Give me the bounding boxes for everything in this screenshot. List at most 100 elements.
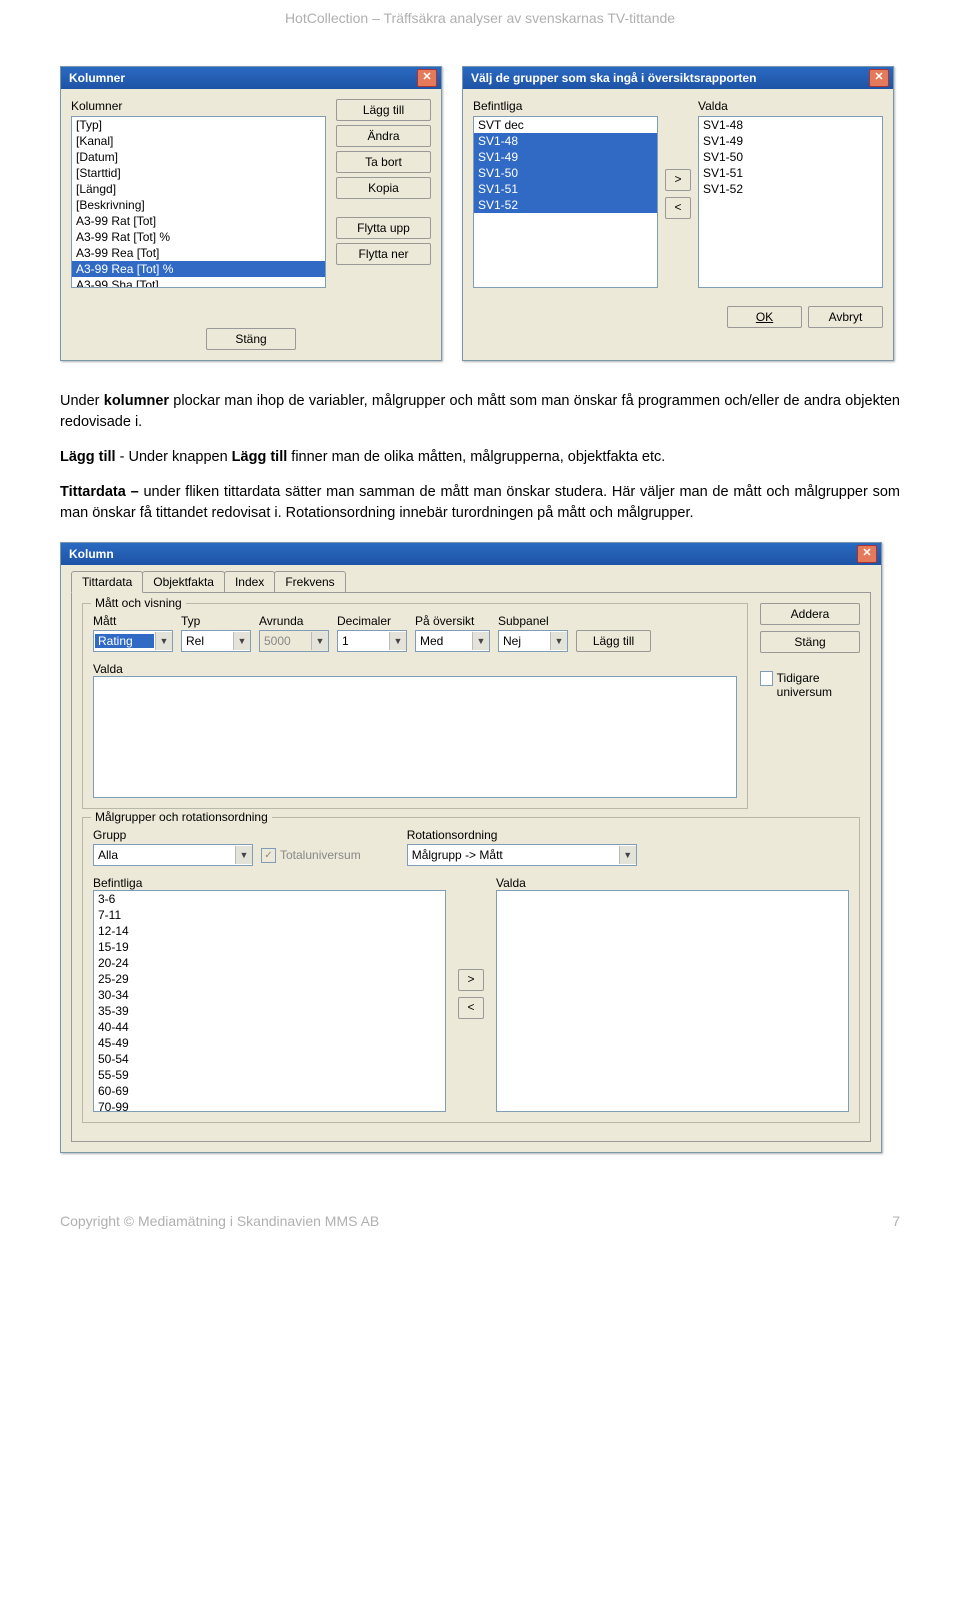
delete-button[interactable]: Ta bort	[336, 151, 431, 173]
decimaler-combo[interactable]: 1▼	[337, 630, 407, 652]
valda2-listbox[interactable]	[496, 890, 849, 1112]
list-item[interactable]: A3-99 Rat [Tot]	[72, 213, 325, 229]
list-item[interactable]: [Typ]	[72, 117, 325, 133]
list-item[interactable]: A3-99 Rea [Tot] %	[72, 261, 325, 277]
window-title: Kolumner	[69, 71, 125, 85]
list-item[interactable]: [Datum]	[72, 149, 325, 165]
list-item[interactable]: [Starttid]	[72, 165, 325, 181]
tidigare-checkbox-row[interactable]: Tidigare universum	[760, 671, 860, 699]
footer-page-number: 7	[892, 1213, 900, 1229]
move-left-button[interactable]: <	[665, 197, 691, 219]
list-item[interactable]: A3-99 Rat [Tot] %	[72, 229, 325, 245]
list-item[interactable]: 70-99	[94, 1099, 445, 1112]
rotation-combo[interactable]: Målgrupp -> Mått▼	[407, 844, 637, 866]
laggtill-button[interactable]: Lägg till	[576, 630, 651, 652]
typ-combo[interactable]: Rel▼	[181, 630, 251, 652]
list-item[interactable]: [Längd]	[72, 181, 325, 197]
move-right-button[interactable]: >	[665, 169, 691, 191]
valda-listbox[interactable]	[93, 676, 737, 798]
edit-button[interactable]: Ändra	[336, 125, 431, 147]
totaluniversum-label: Totaluniversum	[280, 848, 361, 862]
list-item[interactable]: SV1-51	[474, 181, 657, 197]
chevron-down-icon: ▼	[235, 846, 252, 864]
close-icon[interactable]: ✕	[857, 545, 877, 563]
move-up-button[interactable]: Flytta upp	[336, 217, 431, 239]
grupp-label: Grupp	[93, 828, 253, 842]
tab-objektfakta[interactable]: Objektfakta	[142, 571, 225, 592]
list-item[interactable]: 55-59	[94, 1067, 445, 1083]
list-item[interactable]: SV1-48	[699, 117, 882, 133]
matt-label: Mått	[93, 614, 173, 628]
tidigare-label: Tidigare universum	[777, 671, 860, 699]
list-item[interactable]: 20-24	[94, 955, 445, 971]
list-item[interactable]: SV1-49	[474, 149, 657, 165]
list-item[interactable]: 35-39	[94, 1003, 445, 1019]
ok-button[interactable]: OK	[727, 306, 802, 328]
matt-combo[interactable]: Rating▼	[93, 630, 173, 652]
valda-listbox[interactable]: SV1-48SV1-49SV1-50SV1-51SV1-52	[698, 116, 883, 288]
groupbox-matt: Mått Rating▼ Typ Rel▼ Avrunda 5000▼	[82, 603, 748, 809]
list-item[interactable]: SV1-49	[699, 133, 882, 149]
befintliga-listbox[interactable]: SVT decSV1-48SV1-49SV1-50SV1-51SV1-52	[473, 116, 658, 288]
move-right-button[interactable]: >	[458, 969, 484, 991]
list-item[interactable]: A3-99 Rea [Tot]	[72, 245, 325, 261]
list-item[interactable]: 25-29	[94, 971, 445, 987]
grupp-combo[interactable]: Alla▼	[93, 844, 253, 866]
close-icon[interactable]: ✕	[869, 69, 889, 87]
valda-label: Valda	[698, 99, 883, 113]
list-item[interactable]: 60-69	[94, 1083, 445, 1099]
tab-tittardata[interactable]: Tittardata	[71, 571, 143, 593]
move-left-button[interactable]: <	[458, 997, 484, 1019]
window-title: Kolumn	[69, 547, 114, 561]
groupbox-malgrupper: Grupp Alla▼ ✓ Totaluniversum Rotationsor…	[82, 817, 860, 1123]
add-button[interactable]: Lägg till	[336, 99, 431, 121]
list-item[interactable]: [Kanal]	[72, 133, 325, 149]
addera-button[interactable]: Addera	[760, 603, 860, 625]
kolumner-listbox[interactable]: [Typ][Kanal][Datum][Starttid][Längd][Bes…	[71, 116, 326, 288]
list-item[interactable]: 45-49	[94, 1035, 445, 1051]
list-item[interactable]: SV1-50	[699, 149, 882, 165]
tab-bar: TittardataObjektfaktaIndexFrekvens	[61, 565, 881, 592]
list-item[interactable]: SVT dec	[474, 117, 657, 133]
chevron-down-icon: ▼	[155, 632, 172, 650]
copy-button[interactable]: Kopia	[336, 177, 431, 199]
list-item[interactable]: SV1-52	[699, 181, 882, 197]
list-item[interactable]: SV1-48	[474, 133, 657, 149]
stang-button[interactable]: Stäng	[760, 631, 860, 653]
avrunda-label: Avrunda	[259, 614, 329, 628]
close-button[interactable]: Stäng	[206, 328, 296, 350]
list-item[interactable]: [Beskrivning]	[72, 197, 325, 213]
close-icon[interactable]: ✕	[417, 69, 437, 87]
list-item[interactable]: SV1-50	[474, 165, 657, 181]
list-item[interactable]: A3-99 Sha [Tot]	[72, 277, 325, 288]
window-title: Välj de grupper som ska ingå i översikts…	[471, 71, 756, 85]
list-item[interactable]: 12-14	[94, 923, 445, 939]
chevron-down-icon: ▼	[311, 632, 328, 650]
tab-frekvens[interactable]: Frekvens	[274, 571, 345, 592]
oversikt-combo[interactable]: Med▼	[415, 630, 490, 652]
paragraph-3: Tittardata – under fliken tittardata sät…	[60, 482, 900, 524]
chevron-down-icon: ▼	[619, 846, 636, 864]
list-item[interactable]: 30-34	[94, 987, 445, 1003]
doc-header: HotCollection – Träffsäkra analyser av s…	[60, 10, 900, 26]
list-item[interactable]: SV1-52	[474, 197, 657, 213]
list-item[interactable]: 3-6	[94, 891, 445, 907]
valda-label: Valda	[93, 662, 123, 676]
chevron-down-icon: ▼	[389, 632, 406, 650]
subpanel-combo[interactable]: Nej▼	[498, 630, 568, 652]
list-item[interactable]: 15-19	[94, 939, 445, 955]
list-item[interactable]: 40-44	[94, 1019, 445, 1035]
cancel-button[interactable]: Avbryt	[808, 306, 883, 328]
doc-footer: Copyright © Mediamätning i Skandinavien …	[60, 1213, 900, 1229]
list-item[interactable]: SV1-51	[699, 165, 882, 181]
chevron-down-icon: ▼	[550, 632, 567, 650]
paragraph-2: Lägg till - Under knappen Lägg till finn…	[60, 447, 900, 468]
tab-index[interactable]: Index	[224, 571, 275, 592]
list-item[interactable]: 50-54	[94, 1051, 445, 1067]
befintliga-listbox[interactable]: 3-67-1112-1415-1920-2425-2930-3435-3940-…	[93, 890, 446, 1112]
footer-copyright: Copyright © Mediamätning i Skandinavien …	[60, 1213, 379, 1229]
titlebar-kolumn: Kolumn ✕	[61, 543, 881, 565]
checkbox-icon[interactable]	[760, 671, 773, 686]
list-item[interactable]: 7-11	[94, 907, 445, 923]
move-down-button[interactable]: Flytta ner	[336, 243, 431, 265]
